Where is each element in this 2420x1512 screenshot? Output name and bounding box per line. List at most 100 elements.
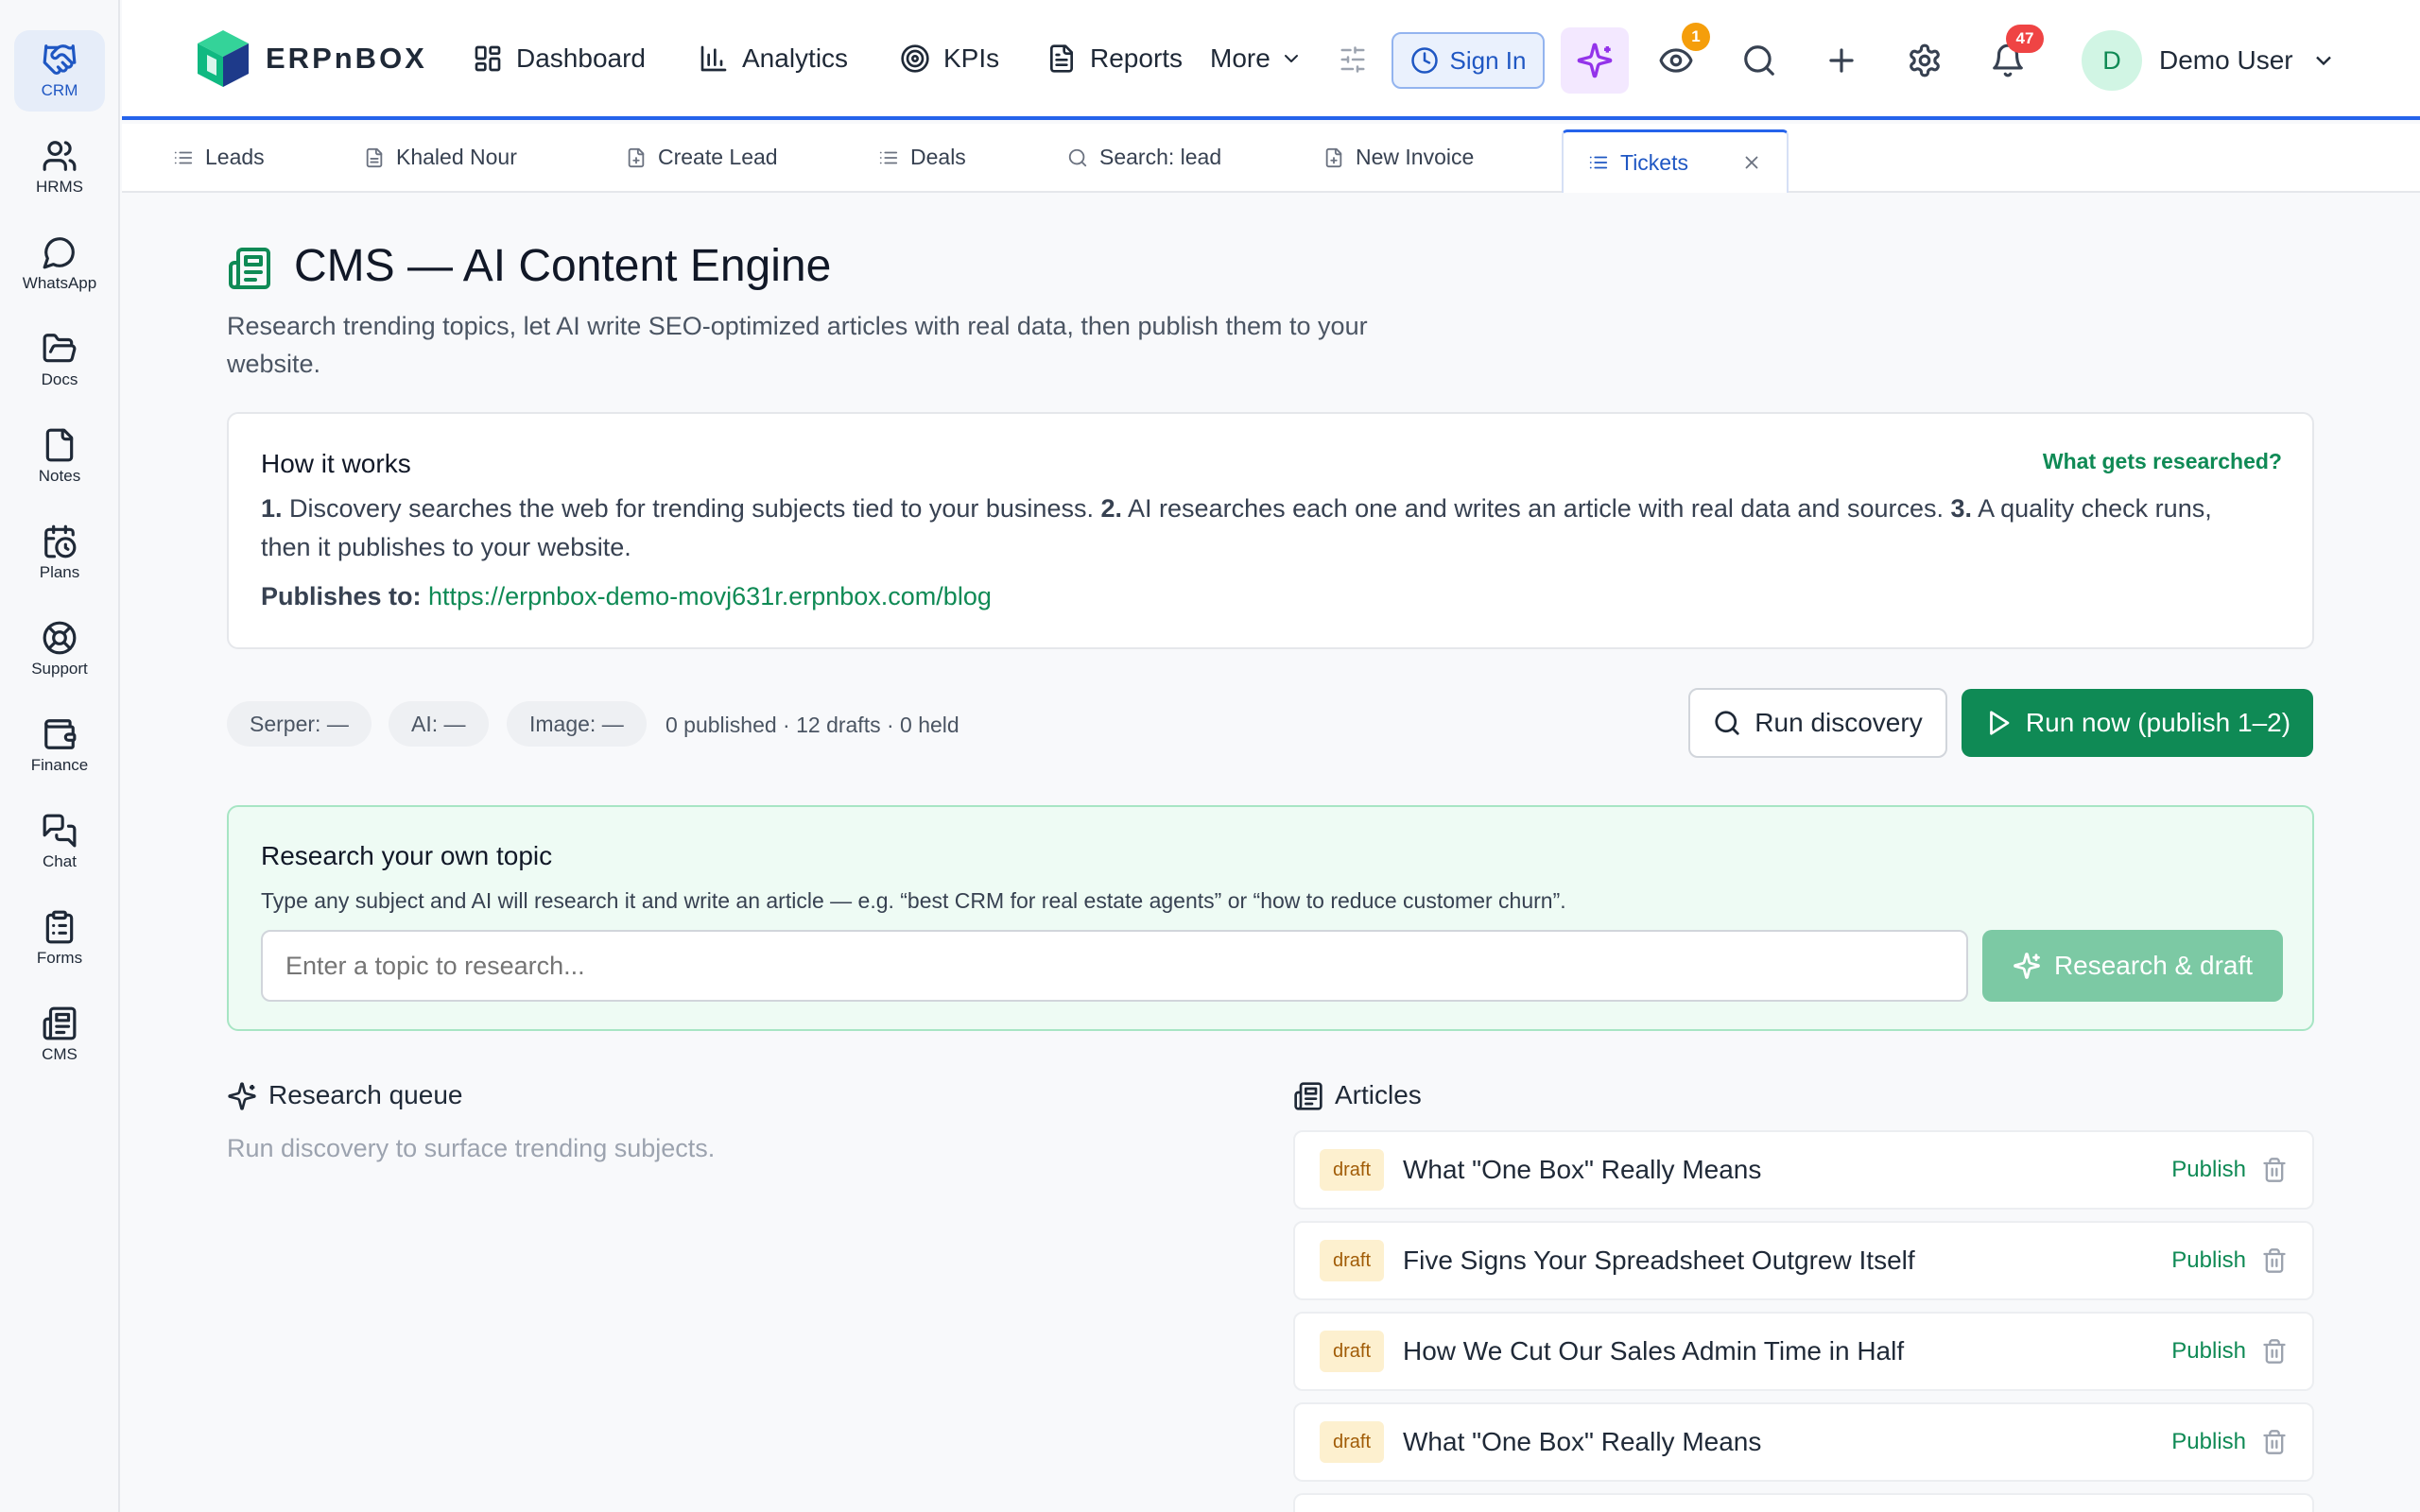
rail-item-cms[interactable]: CMS: [14, 994, 105, 1075]
search-button[interactable]: [1733, 34, 1786, 87]
notifications-count-badge: 47: [2006, 25, 2044, 53]
rail-label: Chat: [43, 852, 77, 870]
rail-label: Docs: [41, 370, 78, 388]
add-button[interactable]: [1815, 34, 1868, 87]
sign-in-label: Sign In: [1449, 45, 1527, 75]
brand-logo[interactable]: ERPnBOX: [194, 28, 427, 89]
app-root: CRM HRMS WhatsApp Docs Notes Plans Suppo…: [0, 0, 2420, 1512]
nav-kpis[interactable]: KPIs: [900, 36, 999, 81]
watch-button[interactable]: 1: [1650, 23, 1710, 87]
delete-button[interactable]: [2261, 1338, 2288, 1365]
rail-item-plans[interactable]: Plans: [14, 512, 105, 593]
publishes-to-url[interactable]: https://erpnbox-demo-movj631r.erpnbox.co…: [428, 582, 992, 610]
rail-item-forms[interactable]: Forms: [14, 898, 105, 979]
tab-create-lead[interactable]: Create Lead: [626, 124, 778, 191]
run-now-button[interactable]: Run now (publish 1–2): [1962, 689, 2313, 757]
tab-tickets[interactable]: Tickets: [1562, 129, 1789, 193]
rail-item-notes[interactable]: Notes: [14, 416, 105, 497]
wallet-icon: [44, 719, 77, 749]
notifications-button[interactable]: 47: [1981, 25, 2044, 87]
user-menu[interactable]: D Demo User: [2082, 30, 2337, 91]
nav-more[interactable]: More: [1210, 36, 1303, 81]
search-icon: [1744, 45, 1774, 76]
close-icon[interactable]: [1741, 152, 1762, 173]
filter-sliders-button[interactable]: [1326, 33, 1379, 86]
tab-deals[interactable]: Deals: [878, 124, 966, 191]
tab-khaled-nour[interactable]: Khaled Nour: [364, 124, 517, 191]
sparkles-icon: [228, 1082, 256, 1110]
user-name: Demo User: [2159, 45, 2293, 75]
status-badge: draft: [1320, 1421, 1384, 1463]
article-row[interactable]: draft Five Signs Your Spreadsheet Outgre…: [1293, 1221, 2314, 1300]
delete-button[interactable]: [2261, 1157, 2288, 1183]
document-plus-icon: [1325, 147, 1342, 167]
tab-search-lead[interactable]: Search: lead: [1067, 124, 1221, 191]
sliders-icon: [1340, 46, 1365, 73]
search-icon: [1068, 148, 1087, 166]
status-badge: draft: [1320, 1331, 1384, 1372]
article-row[interactable]: draft What "One Box" Really Means Publis…: [1293, 1130, 2314, 1210]
newspaper-icon: [1294, 1082, 1322, 1110]
publish-button[interactable]: Publish: [2171, 1429, 2246, 1455]
publish-button[interactable]: Publish: [2171, 1247, 2246, 1274]
document-icon: [366, 147, 383, 167]
page-title: CMS — AI Content Engine: [294, 241, 832, 291]
ai-assistant-button[interactable]: [1561, 27, 1629, 94]
tab-label: Tickets: [1620, 149, 1688, 175]
rail-item-support[interactable]: Support: [14, 609, 105, 690]
settings-button[interactable]: [1898, 34, 1951, 87]
play-icon: [1990, 711, 2010, 735]
nav-kpis-label: KPIs: [943, 43, 1000, 73]
article-row-partial: [1293, 1493, 2314, 1512]
tab-leads[interactable]: Leads: [173, 124, 265, 191]
rail-item-crm[interactable]: CRM: [14, 30, 105, 112]
rail-item-hrms[interactable]: HRMS: [14, 127, 105, 208]
article-row[interactable]: draft What "One Box" Really Means Publis…: [1293, 1402, 2314, 1482]
tab-label: Deals: [910, 145, 966, 169]
delete-button[interactable]: [2261, 1247, 2288, 1274]
bar-chart-icon: [700, 45, 727, 72]
brand-name: ERPnBOX: [266, 42, 427, 75]
research-and-draft-button[interactable]: Research & draft: [1982, 930, 2283, 1002]
status-badge: draft: [1320, 1149, 1384, 1191]
gear-icon: [1910, 43, 1940, 77]
publish-button[interactable]: Publish: [2171, 1157, 2246, 1183]
nav-reports[interactable]: Reports: [1046, 36, 1183, 81]
messages-icon: [43, 814, 77, 848]
chevron-down-icon: [2315, 56, 2331, 66]
tab-new-invoice[interactable]: New Invoice: [1323, 124, 1474, 191]
lifebuoy-icon: [43, 621, 77, 655]
tab-label: Search: lead: [1099, 145, 1222, 169]
rail-item-whatsapp[interactable]: WhatsApp: [14, 223, 105, 304]
tab-label: Khaled Nour: [396, 145, 517, 169]
plus-icon: [1829, 48, 1854, 73]
run-discovery-button[interactable]: Run discovery: [1688, 688, 1947, 758]
delete-button[interactable]: [2261, 1429, 2288, 1455]
nav-analytics[interactable]: Analytics: [699, 36, 848, 81]
nav-more-label: More: [1210, 43, 1270, 73]
article-row[interactable]: draft How We Cut Our Sales Admin Time in…: [1293, 1312, 2314, 1391]
tab-label: New Invoice: [1356, 145, 1475, 169]
list-icon: [879, 151, 898, 163]
top-navbar: ERPnBOX Dashboard Analytics KPIs Reports…: [122, 0, 2420, 120]
research-queue-empty: Run discovery to surface trending subjec…: [227, 1134, 716, 1162]
status-badge: draft: [1320, 1240, 1384, 1281]
publish-button[interactable]: Publish: [2171, 1338, 2246, 1365]
calendar-clock-icon: [44, 524, 77, 558]
sign-in-button[interactable]: Sign In: [1392, 32, 1545, 89]
what-gets-researched-link[interactable]: What gets researched?: [2043, 449, 2282, 474]
rail-item-finance[interactable]: Finance: [14, 705, 105, 786]
nav-dashboard[interactable]: Dashboard: [473, 36, 646, 81]
rail-item-docs[interactable]: Docs: [14, 319, 105, 401]
module-rail: CRM HRMS WhatsApp Docs Notes Plans Suppo…: [0, 0, 120, 1512]
rail-label: Support: [31, 660, 88, 678]
file-icon: [45, 428, 74, 462]
research-topic-input[interactable]: [261, 930, 1968, 1002]
rail-item-chat[interactable]: Chat: [14, 801, 105, 883]
how-it-works-card: How it works What gets researched? 1. Di…: [227, 412, 2314, 649]
clipboard-icon: [45, 910, 74, 944]
step-text: AI researches each one and writes an art…: [1128, 494, 1945, 523]
step-number: 1.: [261, 494, 283, 523]
chat-bubble-icon: [43, 237, 75, 269]
rail-label: CRM: [41, 81, 78, 99]
